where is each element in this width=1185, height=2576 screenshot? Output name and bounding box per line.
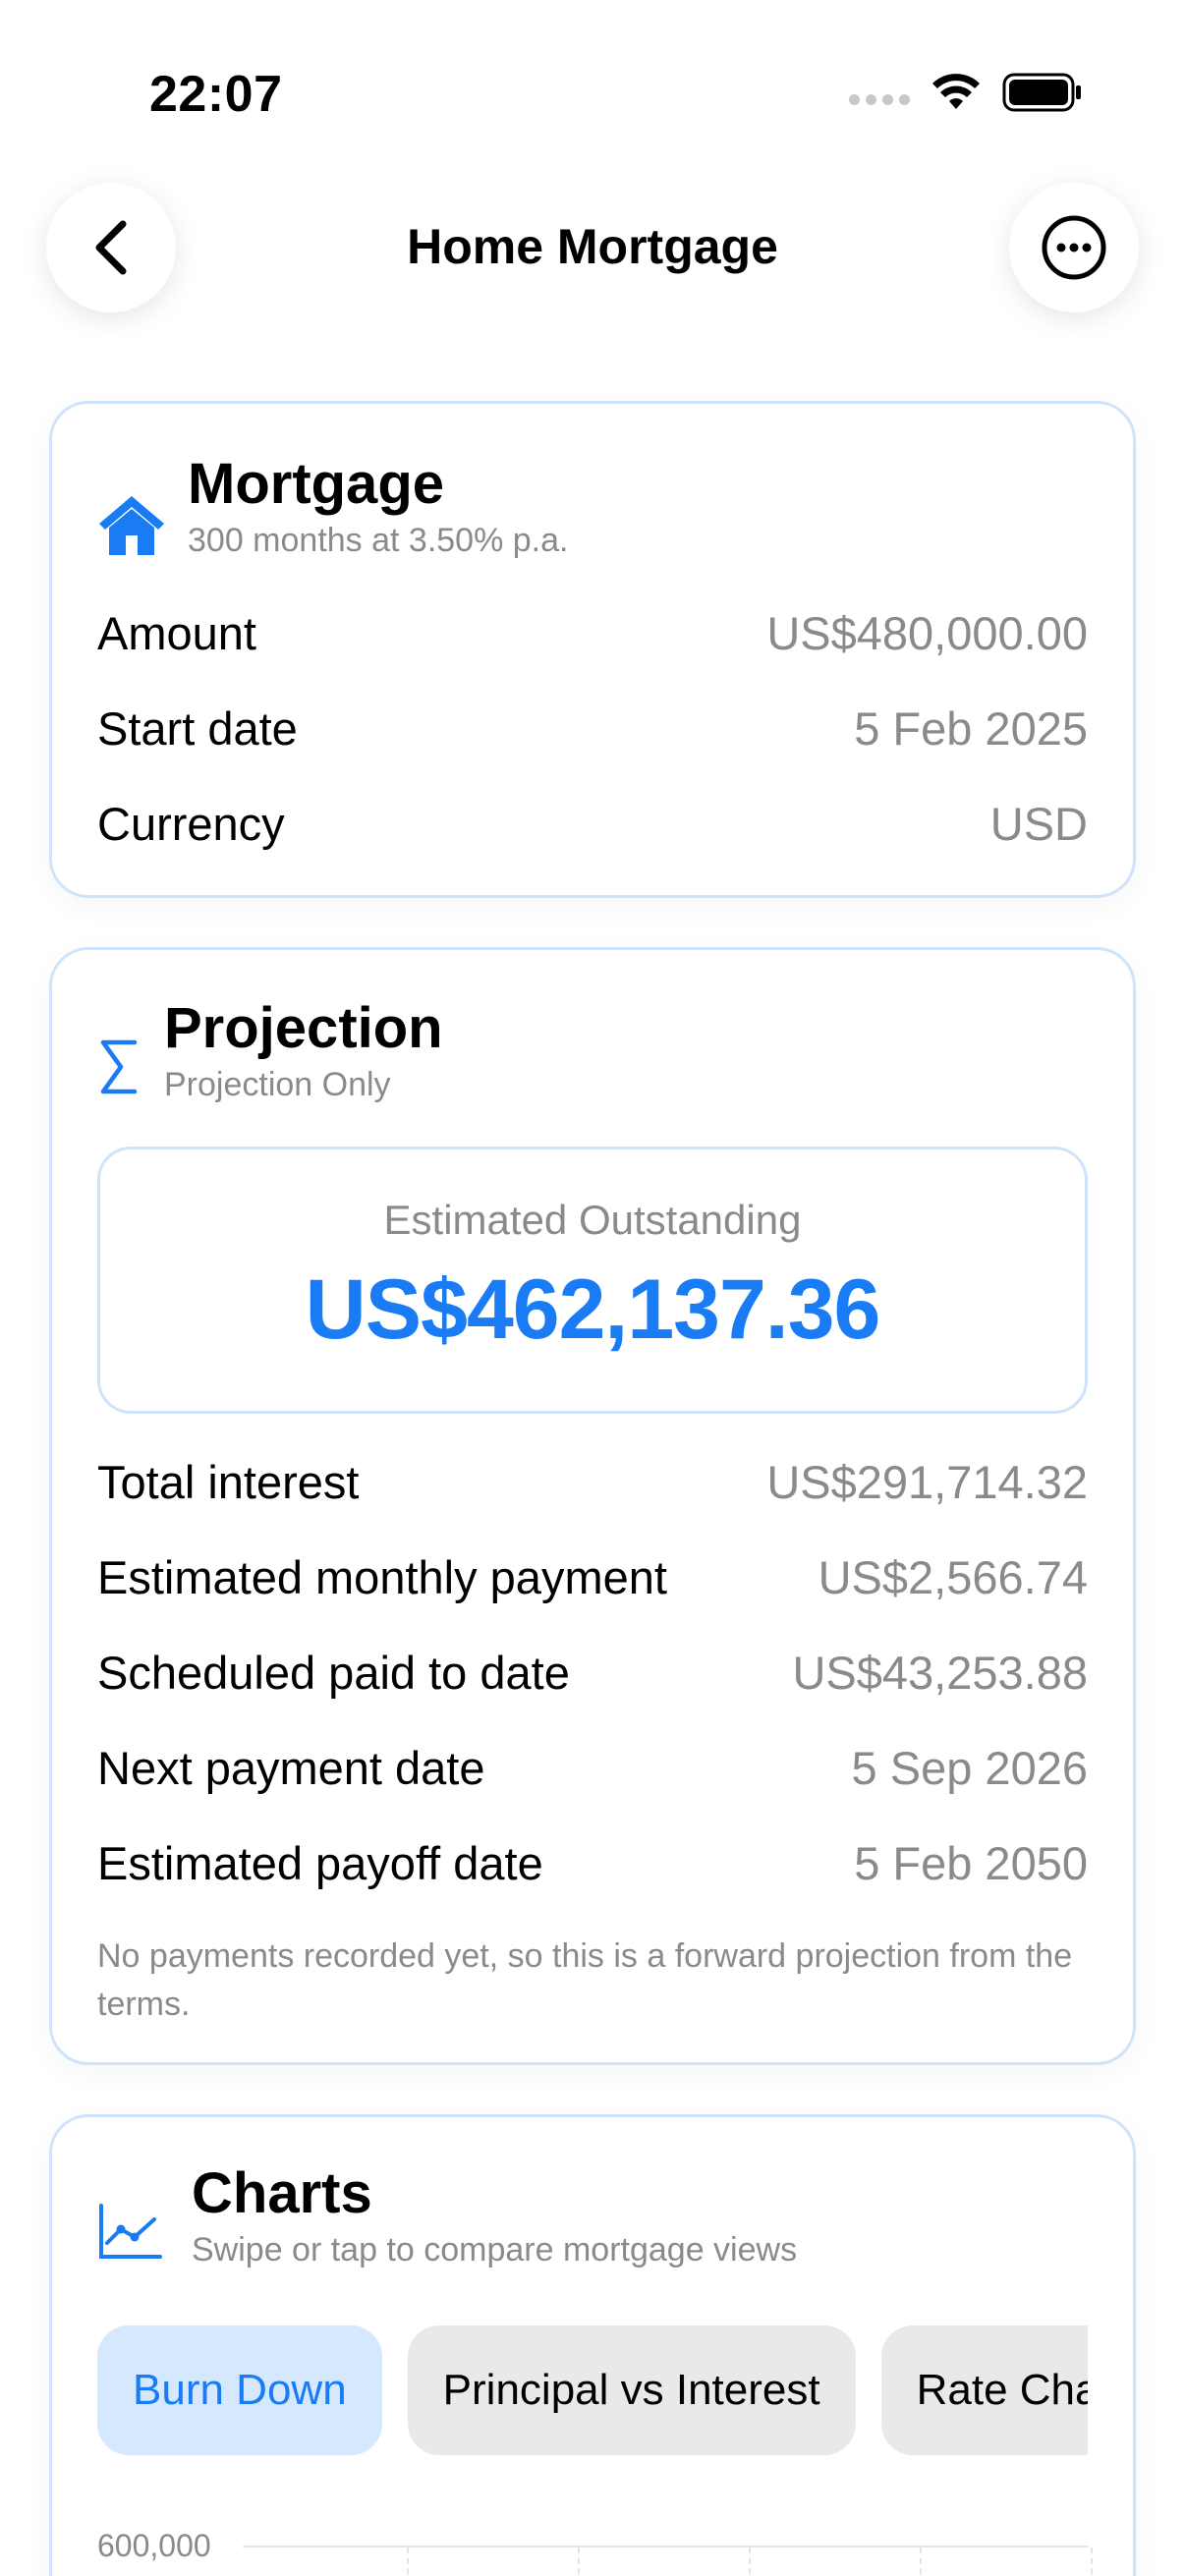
row-value: 5 Sep 2026 — [851, 1742, 1088, 1794]
tab-burn-down[interactable]: Burn Down — [97, 2325, 382, 2455]
projection-title: Projection — [164, 996, 443, 1060]
status-icons — [849, 73, 1083, 112]
projection-card-header: Projection Projection Only — [97, 997, 443, 1104]
page-title: Home Mortgage — [407, 219, 778, 274]
row-label: Next payment date — [97, 1742, 485, 1794]
cellular-signal-icon — [849, 93, 910, 105]
row-label: Amount — [97, 607, 256, 659]
charts-card: Charts Swipe or tap to compare mortgage … — [49, 2114, 1136, 2576]
row-value: US$480,000.00 — [766, 607, 1088, 659]
projection-card: Projection Projection Only Estimated Out… — [49, 947, 1136, 2065]
mortgage-card: Mortgage 300 months at 3.50% p.a. Amount… — [49, 401, 1136, 898]
row-label: Total interest — [97, 1456, 360, 1508]
detail-row-start-date: Start date 5 Feb 2025 — [97, 701, 1088, 756]
detail-row-paid-to-date: Scheduled paid to date US$43,253.88 — [97, 1646, 1088, 1700]
tab-principal-vs-interest[interactable]: Principal vs Interest — [407, 2325, 856, 2455]
mortgage-card-header: Mortgage 300 months at 3.50% p.a. — [97, 453, 568, 560]
detail-row-payoff-date: Estimated payoff date 5 Feb 2050 — [97, 1836, 1088, 1890]
sigma-icon — [100, 1039, 138, 1094]
charts-card-header: Charts Swipe or tap to compare mortgage … — [97, 2162, 797, 2269]
screen: 22:07 Home Mortgage Mortgage 300 months … — [0, 0, 1185, 2576]
status-time: 22:07 — [149, 66, 283, 123]
wifi-icon — [932, 74, 980, 109]
y-axis-top-label: 600,000 — [97, 2528, 211, 2563]
tab-rate-changes[interactable]: Rate Changes — [880, 2325, 1088, 2455]
row-value: US$43,253.88 — [792, 1647, 1088, 1699]
chart-tabs: Burn Down Principal vs Interest Rate Cha… — [97, 2325, 1088, 2455]
chart-vertical-gridline — [1091, 2548, 1093, 2576]
house-icon — [99, 496, 164, 555]
projection-subtitle: Projection Only — [164, 1065, 391, 1103]
projection-note: No payments recorded yet, so this is a f… — [97, 1937, 1073, 2024]
charts-title: Charts — [192, 2161, 372, 2225]
detail-row-next-payment: Next payment date 5 Sep 2026 — [97, 1741, 1088, 1795]
charts-subtitle: Swipe or tap to compare mortgage views — [192, 2230, 798, 2268]
estimated-outstanding-box: Estimated Outstanding US$462,137.36 — [97, 1147, 1088, 1414]
row-label: Estimated monthly payment — [97, 1551, 667, 1603]
chart-vertical-gridline — [920, 2548, 922, 2576]
detail-row-currency: Currency USD — [97, 797, 1088, 851]
line-chart-icon — [99, 2204, 162, 2259]
mortgage-title: Mortgage — [188, 452, 444, 516]
more-button[interactable] — [1009, 183, 1139, 312]
chart-vertical-gridline — [578, 2548, 580, 2576]
chart-gridline — [243, 2546, 1088, 2548]
row-value: 5 Feb 2050 — [854, 1837, 1088, 1889]
row-label: Currency — [97, 798, 285, 850]
row-label: Estimated payoff date — [97, 1837, 543, 1889]
row-label: Scheduled paid to date — [97, 1647, 570, 1699]
estimated-outstanding-label: Estimated Outstanding — [383, 1197, 802, 1243]
detail-row-total-interest: Total interest US$291,714.32 — [97, 1455, 1088, 1509]
detail-row-amount: Amount US$480,000.00 — [97, 606, 1088, 660]
row-value: USD — [989, 798, 1088, 850]
row-label: Start date — [97, 702, 298, 755]
battery-icon — [1002, 73, 1081, 112]
mortgage-subtitle: 300 months at 3.50% p.a. — [188, 521, 569, 559]
row-value: 5 Feb 2025 — [854, 702, 1088, 755]
row-value: US$291,714.32 — [766, 1456, 1088, 1508]
ellipsis-circle-icon — [1042, 215, 1106, 280]
estimated-outstanding-value: US$462,137.36 — [305, 1262, 881, 1357]
chart-vertical-gridline — [749, 2548, 751, 2576]
row-value: US$2,566.74 — [818, 1551, 1088, 1603]
chart-vertical-gridline — [407, 2548, 409, 2576]
detail-row-monthly-payment: Estimated monthly payment US$2,566.74 — [97, 1550, 1088, 1604]
